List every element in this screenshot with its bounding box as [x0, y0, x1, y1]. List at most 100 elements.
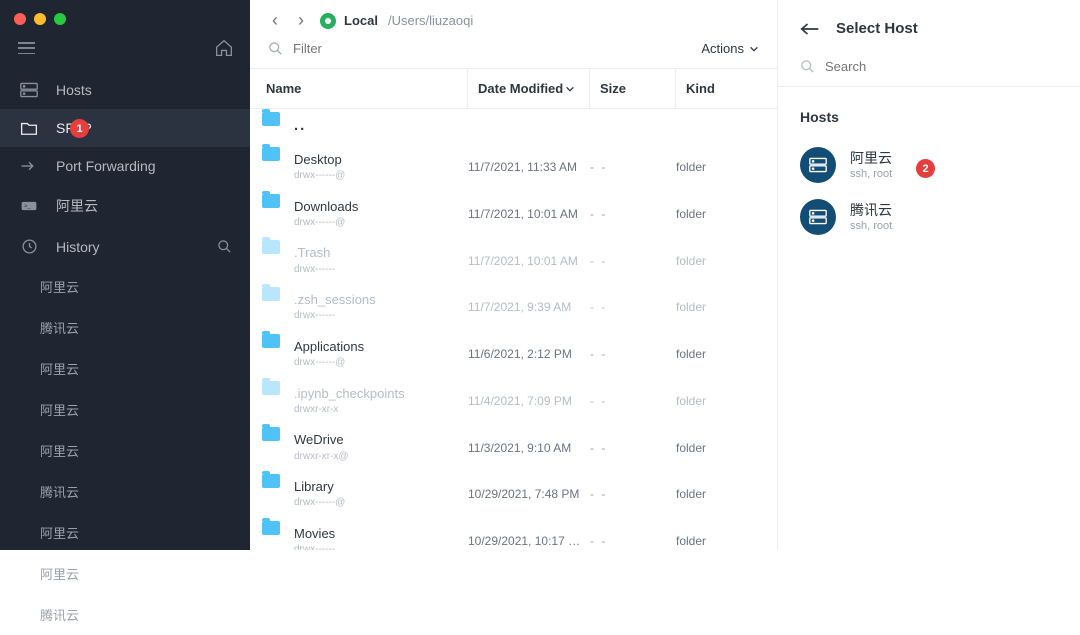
- file-date: 11/7/2021, 9:39 AM: [468, 294, 590, 320]
- history-item[interactable]: 阿里云: [0, 389, 250, 430]
- filter-input[interactable]: [293, 41, 691, 56]
- actions-label: Actions: [701, 41, 744, 56]
- file-kind: folder: [676, 487, 777, 501]
- file-row[interactable]: Desktopdrwx------@11/7/2021, 11:33 AM- -…: [250, 144, 777, 191]
- nav-back-button[interactable]: ‹: [268, 10, 282, 31]
- folder-icon: [262, 147, 280, 161]
- folder-icon: [262, 287, 280, 301]
- host-badge: 2: [916, 159, 935, 178]
- server-icon: [800, 199, 836, 235]
- zoom-window-button[interactable]: [54, 13, 66, 25]
- file-row[interactable]: Downloadsdrwx------@11/7/2021, 10:01 AM-…: [250, 191, 777, 238]
- file-name: Library: [294, 479, 345, 495]
- file-row[interactable]: Applications drwx------@ 11/6/2021, 2:12 P…: [250, 331, 777, 378]
- sidebar-item-sftp[interactable]: SFTP1: [0, 109, 250, 147]
- host-search-input[interactable]: [825, 59, 1058, 74]
- column-kind[interactable]: Kind: [676, 69, 777, 108]
- file-permissions: drwx------: [294, 310, 376, 323]
- file-name: .zsh_sessions: [294, 292, 376, 308]
- file-permissions: drwxr-xr-x: [294, 404, 405, 417]
- history-item[interactable]: 阿里云: [0, 553, 250, 594]
- file-permissions: drwx------: [294, 544, 335, 550]
- file-row[interactable]: WeDrivedrwxr-xr-x@11/3/2021, 9:10 AM- -f…: [250, 424, 777, 471]
- file-date: 11/6/2021, 2:12 PM: [468, 341, 590, 367]
- folder-icon: [262, 381, 280, 395]
- column-size[interactable]: Size: [590, 69, 676, 108]
- file-name: Applications: [294, 339, 364, 355]
- file-permissions: drwxr-xr-x@: [294, 451, 349, 464]
- history-item[interactable]: 腾讯云: [0, 307, 250, 348]
- host-item[interactable]: 腾讯云ssh, root: [800, 191, 1058, 243]
- close-window-button[interactable]: [14, 13, 26, 25]
- history-item[interactable]: 阿里云: [0, 348, 250, 389]
- sftp-icon: [18, 121, 40, 136]
- file-kind: folder: [676, 207, 777, 221]
- file-permissions: drwx------@: [294, 497, 345, 510]
- sidebar-item-阿里云[interactable]: >_ 阿里云: [0, 185, 250, 227]
- host-subtitle: ssh, root: [850, 167, 892, 181]
- column-date[interactable]: Date Modified: [468, 69, 590, 108]
- host-item[interactable]: 阿里云ssh, root 2: [800, 139, 1058, 191]
- file-size: - -: [590, 394, 676, 408]
- file-row[interactable]: Librarydrwx------@10/29/2021, 7:48 PM- -…: [250, 471, 777, 518]
- file-browser: ‹ › Local /Users/liuzaoqi Actions Name D…: [250, 0, 778, 550]
- column-name[interactable]: Name: [250, 69, 468, 108]
- menu-toggle-icon[interactable]: [18, 42, 35, 54]
- file-kind: folder: [676, 441, 777, 455]
- history-item[interactable]: 阿里云: [0, 430, 250, 471]
- file-row[interactable]: .zsh_sessions drwx------ 11/7/2021, 9:39 A…: [250, 284, 777, 331]
- column-headers: Name Date Modified Size Kind: [250, 68, 777, 109]
- file-list: .. Desktopdrwx------@11/7/2021, 11:33 AM-…: [250, 109, 777, 550]
- hosts-section-label: Hosts: [800, 109, 1058, 125]
- history-item[interactable]: 腾讯云: [0, 594, 250, 635]
- folder-icon: [262, 521, 280, 535]
- file-date: 10/29/2021, 7:48 PM: [468, 481, 590, 507]
- port-forwarding-icon: [18, 159, 40, 173]
- sidebar-item-hosts[interactable]: Hosts: [0, 71, 250, 109]
- sidebar-item-label: 阿里云: [56, 196, 98, 216]
- folder-icon: [262, 427, 280, 441]
- host-name: 阿里云: [850, 149, 892, 167]
- sidebar-item-port-forwarding[interactable]: Port Forwarding: [0, 147, 250, 185]
- search-icon: [268, 41, 283, 56]
- file-name: ..: [294, 117, 306, 136]
- minimize-window-button[interactable]: [34, 13, 46, 25]
- file-row[interactable]: .Trashdrwx------11/7/2021, 10:01 AM- -fo…: [250, 237, 777, 284]
- actions-menu-button[interactable]: Actions: [701, 41, 759, 56]
- panel-title: Select Host: [836, 20, 918, 37]
- history-icon: [18, 238, 40, 255]
- history-search-icon[interactable]: [217, 239, 232, 254]
- file-permissions: drwx------@: [294, 357, 364, 370]
- sort-desc-icon: [565, 84, 575, 94]
- chevron-down-icon: [749, 44, 759, 54]
- file-name: Desktop: [294, 152, 345, 168]
- file-row[interactable]: .ipynb_checkpointsdrwxr-xr-x11/4/2021, 7…: [250, 378, 777, 425]
- location-label: Local: [344, 13, 378, 28]
- nav-forward-button[interactable]: ›: [294, 10, 308, 31]
- sidebar-item-history[interactable]: History: [0, 227, 250, 266]
- history-item[interactable]: 阿里云: [0, 266, 250, 307]
- host-subtitle: ssh, root: [850, 219, 892, 233]
- file-row[interactable]: ..: [250, 109, 777, 144]
- folder-icon: [262, 334, 280, 348]
- window-traffic-lights: [0, 0, 250, 33]
- file-kind: folder: [676, 394, 777, 408]
- file-kind: folder: [676, 534, 777, 548]
- 阿里云-icon: >_: [18, 199, 40, 213]
- sidebar-badge: 1: [70, 119, 89, 138]
- location-tag[interactable]: Local /Users/liuzaoqi: [320, 13, 473, 29]
- file-size: - -: [590, 207, 676, 221]
- sidebar-item-label: History: [56, 239, 100, 255]
- history-item[interactable]: 腾讯云: [0, 471, 250, 512]
- history-item[interactable]: 阿里云: [0, 512, 250, 553]
- file-size: - -: [590, 347, 676, 361]
- file-name: WeDrive: [294, 432, 349, 448]
- file-name: .ipynb_checkpoints: [294, 386, 405, 402]
- file-date: [468, 120, 590, 132]
- file-row[interactable]: Moviesdrwx------10/29/2021, 10:17 …- -fo…: [250, 518, 777, 550]
- search-icon: [800, 59, 815, 74]
- home-icon[interactable]: [214, 39, 234, 57]
- panel-back-button[interactable]: [800, 22, 820, 36]
- file-date: 11/3/2021, 9:10 AM: [468, 435, 590, 461]
- folder-icon: [262, 474, 280, 488]
